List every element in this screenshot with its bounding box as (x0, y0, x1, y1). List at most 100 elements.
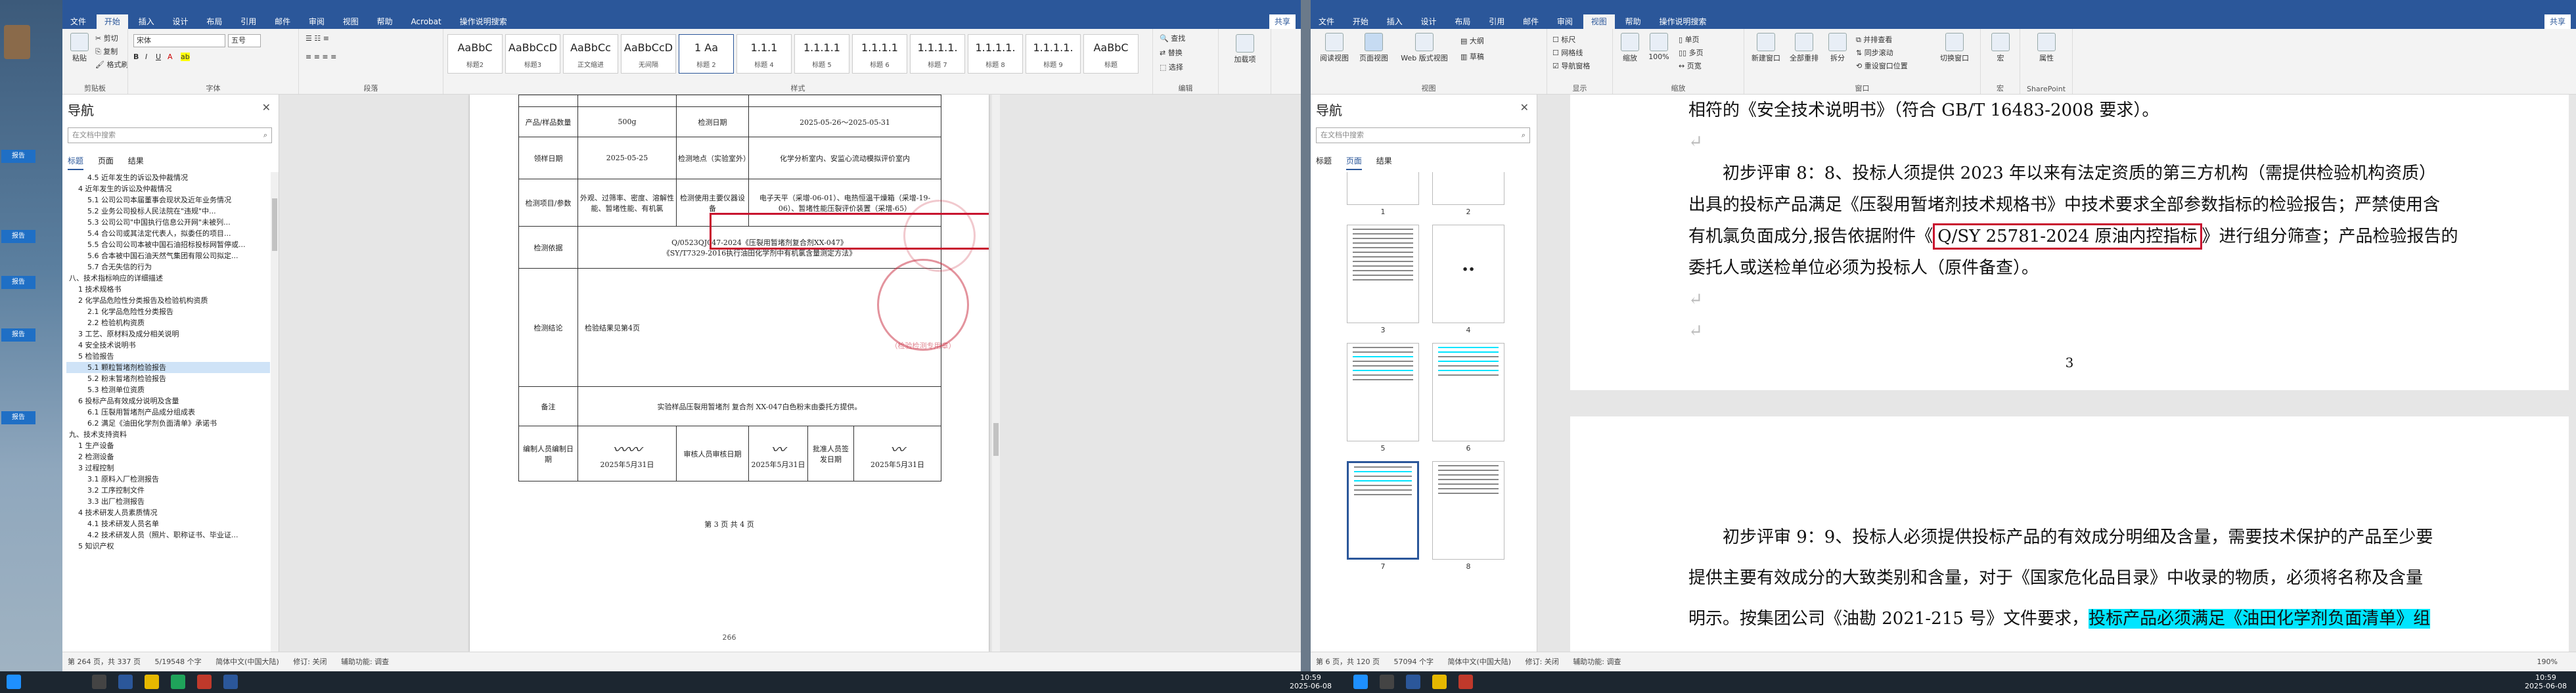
style-item[interactable]: AaBbC 标题 (1083, 34, 1139, 74)
nav-tree-item[interactable]: 2 检测设备 (66, 451, 270, 462)
page-thumbnail[interactable]: ⚫⚫ (1432, 225, 1504, 323)
nav-tree-item[interactable]: 5.7 合无失信的行为 (66, 261, 270, 273)
print-layout-button[interactable]: 页面视图 (1355, 33, 1392, 63)
track-changes[interactable]: 修订: 关闭 (293, 652, 327, 671)
desktop-icon-label[interactable]: 报告 (1, 150, 35, 163)
pdf-icon[interactable] (197, 675, 212, 689)
sync-scroll-button[interactable]: ⇅ 同步滚动 (1856, 47, 1893, 58)
nav-tree-item[interactable]: 5.3 公司公司"中国执行信息公开网"未被列... (66, 217, 270, 228)
nav-tree-item[interactable]: 2.1 化学品危险性分类报告 (66, 306, 270, 317)
nav-tree-item[interactable]: 3.3 出厂检测报告 (66, 496, 270, 507)
desktop-icon-label[interactable]: 报告 (1, 411, 35, 424)
nav-tree-item[interactable]: 6.2 满足《油田化学剂负面清单》承诺书 (66, 418, 270, 429)
nav-tree-item[interactable]: 5.1 颗粒暂堵剂检验报告 (66, 362, 270, 373)
nav-tree-item[interactable]: 5.2 粉末暂堵剂检验报告 (66, 373, 270, 384)
nav-tree-item[interactable]: 6 投标产品有效成分说明及含量 (66, 395, 270, 407)
word-icon[interactable] (118, 675, 133, 689)
nav-tree-item[interactable]: 3 过程控制 (66, 462, 270, 474)
align-buttons[interactable]: ≡ ≡ ≡ ≡ (305, 53, 336, 61)
search-icon[interactable] (92, 675, 106, 689)
font-color-button[interactable]: A (168, 53, 173, 61)
word-icon[interactable] (223, 675, 238, 689)
scroll-thumb[interactable] (272, 198, 277, 251)
tab-view[interactable]: 视图 (335, 14, 367, 29)
share-button[interactable]: 共享 (2544, 14, 2571, 29)
tab-home[interactable]: 开始 (1345, 14, 1376, 29)
tab-file[interactable]: 文件 (1311, 14, 1342, 29)
word-count[interactable]: 5/19548 个字 (154, 652, 201, 671)
language[interactable]: 简体中文(中国大陆) (1447, 652, 1511, 671)
nav-tree-item[interactable]: 5.6 合本被中国石油天然气集团有限公司拟定... (66, 250, 270, 261)
close-icon[interactable]: ✕ (1520, 101, 1529, 114)
one-page-button[interactable]: ▯ 单页 (1679, 34, 1700, 45)
tab-help[interactable]: 帮助 (369, 14, 401, 29)
bullets-button[interactable]: ☰ ☷ ≡ (305, 34, 329, 43)
page-width-button[interactable]: ↔ 页宽 (1679, 60, 1702, 71)
nav-tab-pages[interactable]: 页面 (98, 155, 114, 169)
properties-button[interactable]: 属性 (2033, 33, 2060, 63)
tell-me-search[interactable]: 操作说明搜索 (1651, 14, 1714, 29)
nav-tree-item[interactable]: 1 技术规格书 (66, 284, 270, 295)
tab-review[interactable]: 审阅 (301, 14, 332, 29)
style-item[interactable]: 1.1.1 标题 4 (736, 34, 792, 74)
tab-references[interactable]: 引用 (1481, 14, 1512, 29)
desktop-icon-label[interactable]: 报告 (1, 230, 35, 243)
pdf-icon[interactable] (1458, 675, 1473, 689)
tab-layout[interactable]: 布局 (198, 14, 230, 29)
browser-icon[interactable] (171, 675, 185, 689)
cut-button[interactable]: ✂ 剪切 (95, 33, 118, 43)
tab-insert[interactable]: 插入 (131, 14, 162, 29)
nav-tree-item[interactable]: 4 近年发生的诉讼及仲裁情况 (66, 183, 270, 194)
scroll-thumb[interactable] (993, 423, 999, 456)
style-item[interactable]: AaBbCcD 无间隔 (621, 34, 676, 74)
nav-search-input[interactable]: 在文档中搜索 ⌕ (1316, 127, 1530, 143)
nav-tree-item[interactable]: 2.2 检验机构资质 (66, 317, 270, 328)
nav-tree-item[interactable]: 5.2 业务公司投标人民法院在"违规"中... (66, 206, 270, 217)
font-size-select[interactable]: 五号 (228, 34, 261, 47)
nav-tree-item[interactable]: 5.1 公司公司本届董事会现状及近年业务情况 (66, 194, 270, 206)
page-thumbnail[interactable] (1432, 343, 1504, 441)
underline-button[interactable]: U (156, 53, 161, 61)
find-button[interactable]: 🔍 查找 (1160, 33, 1185, 43)
nav-pane-checkbox[interactable]: ☑ 导航窗格 (1552, 60, 1590, 71)
select-button[interactable]: ⬚ 选择 (1160, 62, 1183, 72)
bold-button[interactable]: B (133, 53, 139, 61)
nav-tree-item[interactable]: 3.1 原料入厂检测报告 (66, 474, 270, 485)
split-button[interactable]: 拆分 (1824, 33, 1851, 63)
tab-file[interactable]: 文件 (62, 14, 94, 29)
nav-tab-headings[interactable]: 标题 (1316, 155, 1332, 169)
tab-layout[interactable]: 布局 (1447, 14, 1478, 29)
nav-tree-item[interactable]: 4 技术研发人员素质情况 (66, 507, 270, 518)
ruler-checkbox[interactable]: ☐ 标尺 (1552, 34, 1575, 45)
language[interactable]: 简体中文(中国大陆) (215, 652, 279, 671)
style-item[interactable]: 1.1.1.1. 标题 8 (968, 34, 1023, 74)
nav-tree-item[interactable]: 5 检验报告 (66, 351, 270, 362)
page-thumbnail-selected[interactable] (1347, 461, 1419, 560)
nav-tree-item[interactable]: 6.1 压裂用暂堵剂产品成分组成表 (66, 407, 270, 418)
tab-acrobat[interactable]: Acrobat (403, 14, 449, 29)
share-button[interactable]: 共享 (1269, 14, 1296, 29)
tab-help[interactable]: 帮助 (1617, 14, 1649, 29)
nav-tree-item[interactable]: 4.2 技术研发人员（照片、职称证书、毕业证... (66, 529, 270, 541)
document-scrollbar[interactable] (992, 95, 1000, 652)
zoom-button[interactable]: 缩放 (1617, 33, 1643, 63)
accessibility[interactable]: 辅助功能: 调查 (341, 652, 389, 671)
tab-design[interactable]: 设计 (165, 14, 196, 29)
tab-mailings[interactable]: 邮件 (267, 14, 298, 29)
page-thumbnail[interactable] (1432, 172, 1504, 205)
style-item[interactable]: 1.1.1.1 标题 5 (794, 34, 849, 74)
replace-button[interactable]: ⇄ 替换 (1160, 47, 1183, 58)
paste-button[interactable]: 粘贴 (66, 33, 93, 63)
page-count[interactable]: 第 264 页，共 337 页 (68, 652, 141, 671)
tab-review[interactable]: 审阅 (1549, 14, 1581, 29)
style-item[interactable]: 1.1.1.1 标题 6 (852, 34, 907, 74)
nav-tab-pages[interactable]: 页面 (1345, 155, 1362, 170)
nav-tree-item[interactable]: 3.2 工序控制文件 (66, 485, 270, 496)
track-changes[interactable]: 修订: 关闭 (1525, 652, 1559, 671)
start-icon[interactable] (1353, 675, 1368, 689)
format-painter-button[interactable]: 🖌 格式刷 (95, 59, 127, 70)
nav-search-input[interactable]: 在文档中搜索 ⌕ (68, 127, 272, 143)
nav-tree-item[interactable]: 4.5 近年发生的诉讼及仲裁情况 (66, 172, 270, 183)
page-thumbnail[interactable] (1347, 172, 1419, 205)
multiple-pages-button[interactable]: ▯▯ 多页 (1679, 47, 1704, 58)
